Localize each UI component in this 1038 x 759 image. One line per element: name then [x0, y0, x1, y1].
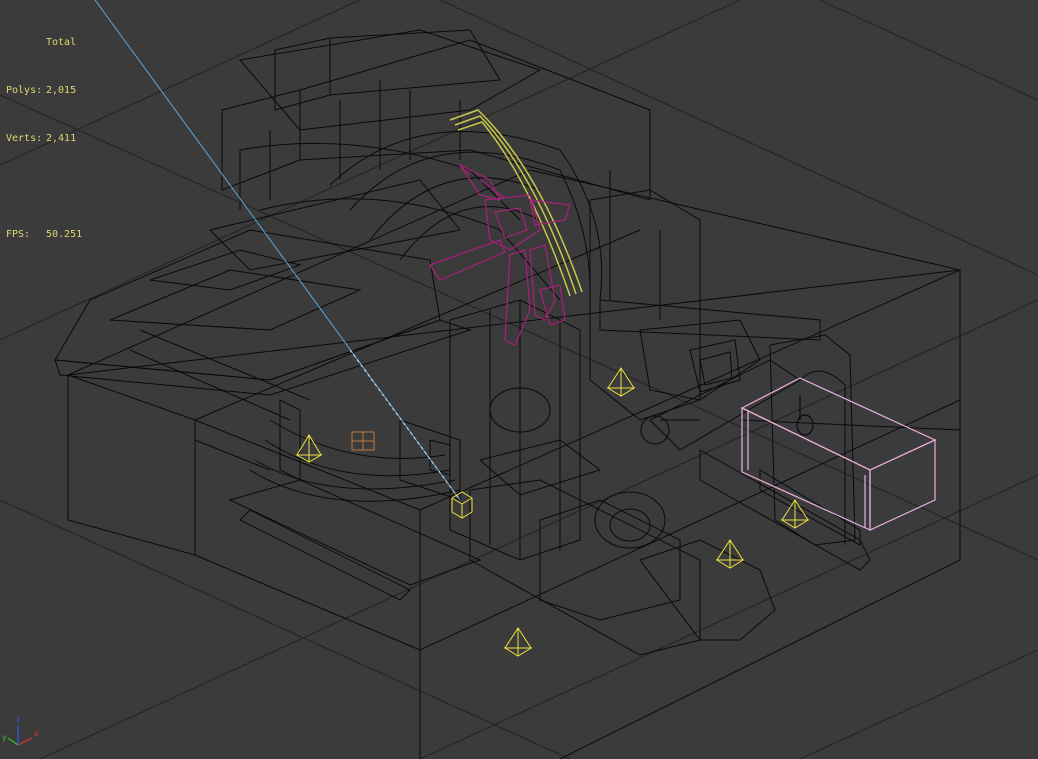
selection-box — [740, 377, 937, 531]
stats-header: Total — [46, 37, 77, 48]
fps-row: FPS: 50.251 — [6, 227, 82, 243]
point-helper-5 — [503, 627, 533, 657]
animation-spline — [449, 109, 583, 297]
verts-row: Verts: 2,411 — [6, 131, 82, 147]
viewport-statistics: Total Polys: 2,015 Verts: 2,411 FPS: 50.251 — [6, 3, 82, 275]
point-helper-1 — [295, 434, 323, 463]
ground-grid — [0, 0, 1038, 759]
3d-viewport[interactable]: x y z Total Polys: 2,015 Verts: 2,411 FPS:… — [0, 0, 1038, 759]
stats-header-row: Total — [6, 35, 82, 51]
point-helper-4 — [715, 539, 745, 569]
polys-label: Polys: — [6, 85, 43, 96]
axis-z-label: z — [16, 715, 20, 724]
polys-row: Polys: 2,015 — [6, 83, 82, 99]
fps-value: 50.251 — [46, 229, 83, 240]
axis-y-line — [7, 737, 19, 746]
point-helper-2 — [606, 367, 636, 397]
point-helpers — [295, 367, 810, 657]
fps-label: FPS: — [6, 229, 31, 240]
viewport-scene: x y z — [0, 0, 1038, 759]
verts-value: 2,411 — [46, 133, 77, 144]
verts-label: Verts: — [6, 133, 43, 144]
axis-y-label: y — [2, 733, 7, 742]
axis-x-line — [17, 737, 33, 746]
polys-value: 2,015 — [46, 85, 77, 96]
axis-gizmo: x y z — [2, 715, 39, 746]
dummy-helper — [351, 431, 375, 451]
axis-x-label: x — [34, 729, 39, 738]
cube-helper — [451, 491, 473, 519]
